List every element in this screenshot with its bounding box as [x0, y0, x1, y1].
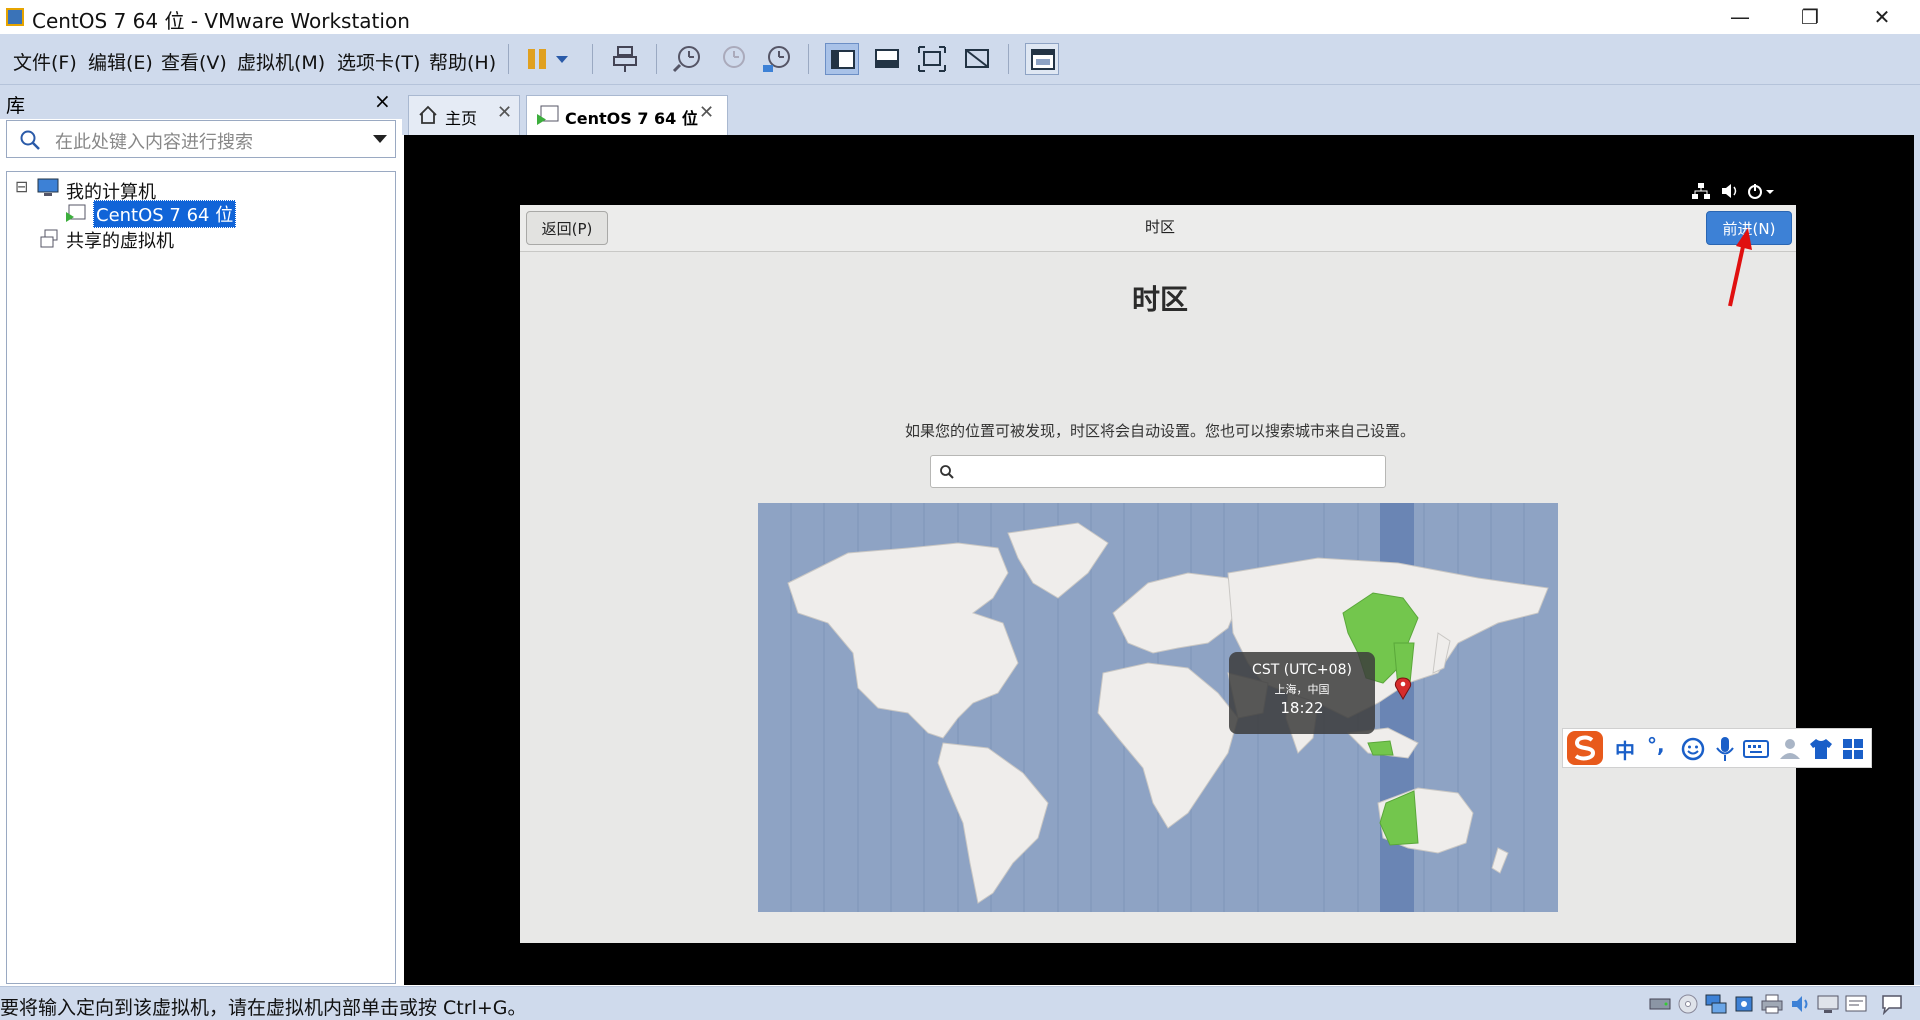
dropdown-arrow-icon[interactable]: [552, 43, 572, 75]
toolbar-separator: [592, 44, 593, 74]
skin-shirt-icon[interactable]: [1809, 737, 1833, 761]
tab-centos-label: CentOS 7 64 位: [565, 109, 698, 128]
hard-disk-icon[interactable]: [1648, 993, 1672, 1015]
tab-home-close-icon[interactable]: ✕: [497, 102, 512, 123]
thumbnail-bar-icon[interactable]: [870, 43, 904, 75]
shared-vms-icon: [40, 229, 58, 248]
timezone-map[interactable]: [758, 503, 1558, 912]
unity-icon[interactable]: [960, 43, 994, 75]
page-title: 时区: [1131, 283, 1188, 316]
menu-tabs[interactable]: 选项卡(T): [337, 48, 420, 75]
printer-icon[interactable]: [1760, 993, 1784, 1015]
message-icon[interactable]: [1844, 993, 1868, 1015]
tooltip-zone: CST (UTC+08): [1252, 662, 1352, 678]
usb-controller-icon[interactable]: [1732, 993, 1756, 1015]
library-close-button[interactable]: ×: [374, 89, 391, 113]
ime-punctuation-toggle[interactable]: °,: [1647, 733, 1665, 757]
full-screen-icon[interactable]: [915, 43, 949, 75]
network-adapter-icon[interactable]: [1704, 993, 1728, 1015]
sogou-logo-icon: [1567, 731, 1603, 765]
menu-view[interactable]: 查看(V): [161, 48, 227, 75]
send-ctrl-alt-del-icon[interactable]: [608, 43, 642, 75]
close-window-button[interactable]: ✕: [1852, 0, 1912, 34]
library-tree: ⊟ 我的计算机 CentOS 7 64 位 共享的虚拟机: [6, 171, 396, 984]
instruction-text: 如果您的位置可被发现，时区将会自动设置。您也可以搜索城市来自己设置。: [904, 422, 1415, 440]
menu-toolbar: 文件(F) 编辑(E) 查看(V) 虚拟机(M) 选项卡(T) 帮助(H): [0, 34, 1920, 85]
toolbar-separator: [656, 44, 657, 74]
vmware-logo-icon: [6, 8, 24, 26]
sound-card-icon[interactable]: [1788, 993, 1812, 1015]
computer-icon: [37, 178, 59, 196]
library-title: 库: [6, 95, 26, 117]
menu-help[interactable]: 帮助(H): [429, 48, 496, 75]
header-title: 时区: [1144, 218, 1175, 236]
tree-item-shared-vms[interactable]: 共享的虚拟机: [66, 227, 174, 253]
timezone-search-input[interactable]: [930, 455, 1386, 488]
toolbar-separator: [508, 44, 509, 74]
chevron-down-icon[interactable]: [373, 135, 387, 145]
snapshot-icon[interactable]: [670, 43, 704, 75]
red-arrow-annotation: [1728, 228, 1752, 307]
library-search-input[interactable]: 在此处键入内容进行搜索: [6, 120, 396, 158]
tab-home-label: 主页: [445, 109, 478, 128]
guest-status-icons: [1692, 183, 1774, 199]
tab-centos-vm[interactable]: CentOS 7 64 位 ✕: [526, 95, 728, 135]
pause-icon[interactable]: [520, 43, 554, 75]
status-bar: 要将输入定向到该虚拟机，请在虚拟机内部单击或按 Ctrl+G。: [0, 986, 1920, 1020]
tooltip-time: 18:22: [1280, 699, 1324, 717]
search-icon: [940, 465, 954, 479]
back-button[interactable]: 返回(P): [526, 211, 608, 245]
tab-home[interactable]: 主页 ✕: [408, 95, 520, 135]
restore-button[interactable]: ❐: [1780, 0, 1840, 34]
revert-snapshot-icon[interactable]: [715, 43, 749, 75]
minimize-button[interactable]: —: [1710, 0, 1770, 34]
home-icon: [419, 105, 437, 124]
show-library-icon[interactable]: [825, 43, 859, 75]
toolbar-separator: [808, 44, 809, 74]
tab-centos-close-icon[interactable]: ✕: [699, 102, 714, 123]
window-title: CentOS 7 64 位 - VMware Workstation: [32, 9, 410, 33]
menu-edit[interactable]: 编辑(E): [88, 48, 153, 75]
toolbar-separator: [1008, 44, 1009, 74]
timezone-tooltip: CST (UTC+08) 上海，中国 18:22: [1229, 652, 1375, 734]
status-message: 要将输入定向到该虚拟机，请在虚拟机内部单击或按 Ctrl+G。: [0, 997, 527, 1019]
search-icon: [20, 130, 40, 150]
user-account-icon[interactable]: [1777, 737, 1803, 761]
library-search-placeholder: 在此处键入内容进行搜索: [55, 132, 253, 153]
toolbox-grid-icon[interactable]: [1841, 737, 1865, 761]
network-icon: [1692, 183, 1710, 199]
vm-running-icon: [66, 204, 86, 222]
snapshot-manager-icon[interactable]: [760, 43, 794, 75]
send-feedback-icon[interactable]: [1880, 993, 1904, 1015]
display-icon[interactable]: [1816, 993, 1840, 1015]
console-view-icon[interactable]: [1025, 43, 1059, 75]
ime-language-toggle[interactable]: 中: [1615, 735, 1635, 764]
vm-running-icon: [537, 105, 559, 125]
emoji-icon[interactable]: [1681, 737, 1705, 761]
tree-collapse-toggle[interactable]: ⊟: [15, 177, 28, 196]
tree-item-centos-vm[interactable]: CentOS 7 64 位: [93, 200, 237, 228]
tab-bar: 主页 ✕ CentOS 7 64 位 ✕: [402, 85, 1920, 135]
library-header: 库 ×: [0, 85, 402, 119]
microphone-icon[interactable]: [1715, 735, 1735, 763]
world-map-graphic: [758, 503, 1558, 912]
tooltip-city: 上海，中国: [1274, 683, 1330, 696]
vm-area-border: [1914, 85, 1920, 985]
menu-vm[interactable]: 虚拟机(M): [237, 48, 325, 75]
menu-file[interactable]: 文件(F): [13, 48, 77, 75]
cd-dvd-icon[interactable]: [1676, 993, 1700, 1015]
ime-toolbar[interactable]: 中 °,: [1562, 728, 1872, 768]
window-titlebar: CentOS 7 64 位 - VMware Workstation — ❐ ✕: [0, 0, 1920, 34]
keyboard-icon[interactable]: [1743, 739, 1769, 759]
